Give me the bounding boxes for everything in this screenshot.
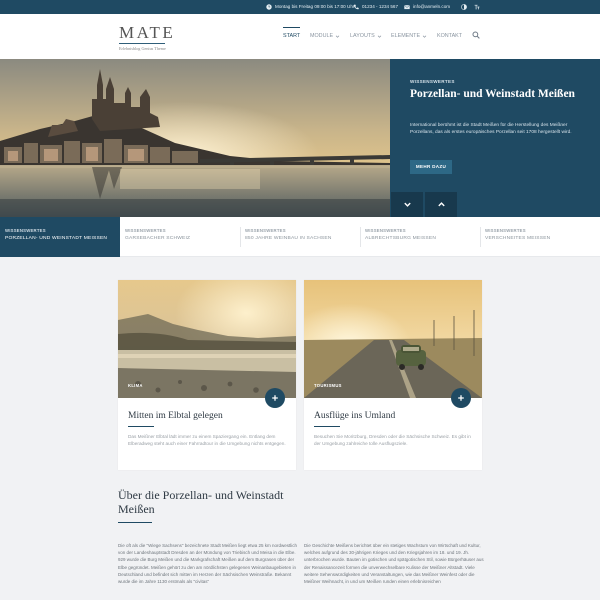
hero-more-button[interactable]: MEHR DAZU [410,160,452,174]
nav-item-elemente[interactable]: ELEMENTE [391,14,427,59]
teaser-card-elbtal[interactable]: KLIMA Mitten im Elbtal gelegen Das Meißn… [118,280,296,470]
teaser-card-umland[interactable]: TOURISMUS Ausflüge ins Umland Besuchen S… [304,280,482,470]
plus-icon [272,395,278,401]
hero-kicker: WISSENSWERTES [410,79,455,84]
card-expand-button[interactable] [265,388,285,408]
tab-albrechtsburg[interactable]: WISSENSWERTES ALBRECHTSBURG MEISSEN [360,217,480,257]
tab-kicker: WISSENSWERTES [125,228,166,233]
card-title[interactable]: Ausflüge ins Umland [314,411,395,421]
about-text-left: Die oft als die "Wiege Sachsens" bezeich… [118,543,298,585]
card-title[interactable]: Mitten im Elbtal gelegen [128,411,223,421]
card-category: TOURISMUS [314,383,342,388]
nav-item-start[interactable]: START [283,14,301,59]
nav-item-layouts[interactable]: LAYOUTS [350,14,382,59]
phone-contact[interactable]: 01234 - 1234 567 [353,0,398,14]
slider-next-button[interactable] [391,192,423,217]
card-divider [314,426,340,427]
chevron-down-icon [335,35,340,38]
hero-image [0,59,390,217]
tab-label: 850 JAHRE WEINBAU IN SACHSEN [245,236,332,241]
tab-kicker: WISSENSWERTES [365,228,406,233]
tab-garsebacher-schweiz[interactable]: WISSENSWERTES GARSEBACHER SCHWEIZ [120,217,240,257]
chevron-down-icon [403,202,411,207]
hero-title: Porzellan- und Weinstadt Meißen [410,88,575,100]
about-text-right: Die Geschichte Meißens berichtet über ei… [304,543,484,585]
tab-kicker: WISSENSWERTES [245,228,286,233]
nav-item-label: START [283,33,301,39]
card-category: KLIMA [128,383,143,388]
logo-tagline: Erlebnisblog Genius Theme [119,45,166,51]
opening-hours-text: Montag bis Freitag 09:00 bis 17:00 Uhr [275,4,355,9]
card-image [118,280,296,398]
contrast-icon [461,4,467,10]
card-divider [128,426,154,427]
slider-tabs: WISSENSWERTES PORZELLAN- UND WEINSTADT M… [0,217,600,257]
search-icon[interactable] [472,31,480,39]
card-text: Das Meißner Elbtal lädt immer zu einem S… [128,434,286,447]
logo-divider [119,43,165,44]
about-divider [118,522,152,523]
site-header: MATE Erlebnisblog Genius Theme START MOD… [0,14,600,59]
tab-label: ALBRECHTSBURG MEISSEN [365,236,437,241]
logo-name: MATE [119,23,176,42]
hero-panel: WISSENSWERTES Porzellan- und Weinstadt M… [390,59,600,217]
phone-text[interactable]: 01234 - 1234 567 [362,0,398,14]
text-size-toggle[interactable] [474,0,480,14]
chevron-down-icon [377,35,381,38]
top-bar: Montag bis Freitag 09:00 bis 17:00 Uhr 0… [0,0,600,14]
about-heading: Über die Porzellan- und Weinstadt Meißen [118,488,284,516]
hero-text: International berühmt ist die Stadt Meiß… [410,123,572,136]
nav-item-kontakt[interactable]: KONTAKT [437,14,462,59]
card-expand-button[interactable] [451,388,471,408]
phone-icon [353,4,359,10]
road-trip-photo [304,280,482,398]
tab-label: GARSEBACHER SCHWEIZ [125,236,191,241]
card-text: Besuchen Sie Moritzburg, Dresden oder di… [314,434,471,447]
plus-icon [458,395,464,401]
card-image [304,280,482,398]
email-text[interactable]: info@anmeln.com [413,0,450,14]
text-size-icon [474,4,480,10]
nav-item-label: LAYOUTS [350,33,375,39]
tab-weinbau-sachsen[interactable]: WISSENSWERTES 850 JAHRE WEINBAU IN SACHS… [240,217,360,257]
nav-item-label: KONTAKT [437,33,463,39]
slider-prev-button[interactable] [425,192,457,217]
logo[interactable]: MATE Erlebnisblog Genius Theme [119,24,175,51]
tab-porzellan-weinstadt[interactable]: WISSENSWERTES PORZELLAN- UND WEINSTADT M… [0,217,120,257]
chevron-down-icon [422,35,427,38]
elbtal-river-photo [118,280,296,398]
mail-icon [404,5,410,10]
meissen-castle-photo [0,59,390,217]
nav-item-label: ELEMENTE [391,33,421,39]
tab-kicker: WISSENSWERTES [5,228,46,233]
tab-verschneites-meissen[interactable]: WISSENSWERTES VERSCHNEITES MEISSEN [480,217,600,257]
clock-icon [266,4,272,10]
tab-label: VERSCHNEITES MEISSEN [485,236,551,241]
contrast-toggle[interactable] [461,0,467,14]
chevron-up-icon [437,202,445,207]
tab-kicker: WISSENSWERTES [485,228,526,233]
nav-item-module[interactable]: MODULE [310,14,340,59]
email-contact[interactable]: info@anmeln.com [404,0,450,14]
opening-hours: Montag bis Freitag 09:00 bis 17:00 Uhr [266,0,354,14]
nav-item-label: MODULE [310,33,334,39]
tab-label: PORZELLAN- UND WEINSTADT MEISSEN [5,236,108,241]
